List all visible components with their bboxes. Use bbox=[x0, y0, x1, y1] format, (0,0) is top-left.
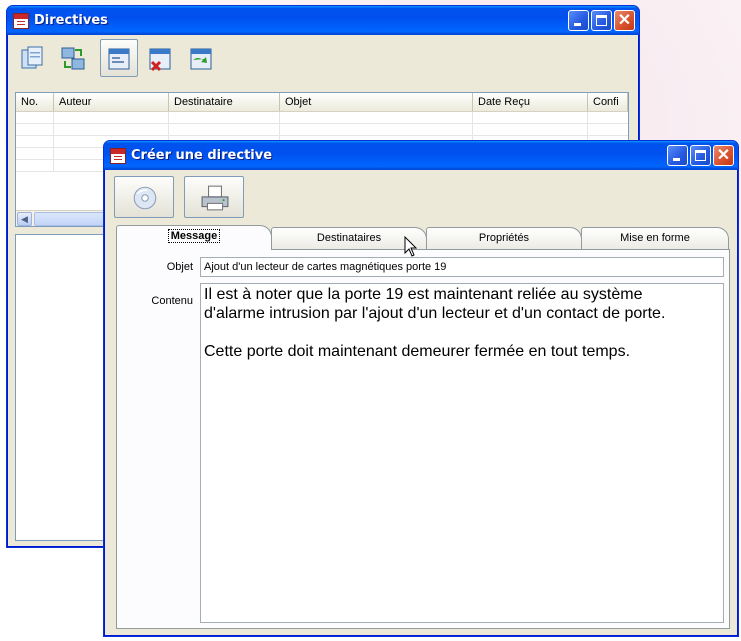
refresh-form-button[interactable] bbox=[182, 39, 220, 77]
column-header-destinataire[interactable]: Destinataire bbox=[169, 93, 280, 111]
directives-titlebar[interactable]: Directives ✕ bbox=[7, 6, 639, 35]
dialog-title: Créer une directive bbox=[131, 148, 273, 163]
transfer-icon bbox=[61, 47, 85, 70]
contenu-line: Cette porte doit maintenant demeurer fer… bbox=[204, 343, 631, 360]
print-button[interactable] bbox=[184, 176, 244, 218]
tab-strip: Message Destinataires Propriétés Mise en… bbox=[116, 225, 730, 251]
tab-destinataires-label: Destinataires bbox=[316, 232, 382, 244]
refresh-form-icon bbox=[190, 48, 212, 70]
column-header-objet[interactable]: Objet bbox=[280, 93, 473, 111]
close-icon: ✕ bbox=[716, 147, 731, 164]
contenu-line: d'alarme intrusion par l'ajout d'un lect… bbox=[204, 305, 666, 322]
scrollbar-thumb[interactable] bbox=[34, 212, 114, 226]
new-directive-button[interactable] bbox=[12, 39, 50, 77]
app-icon bbox=[13, 12, 29, 29]
objet-field[interactable]: Ajout d'un lecteur de cartes magnétiques… bbox=[200, 257, 724, 277]
minimize-icon bbox=[673, 158, 680, 161]
close-icon: ✕ bbox=[617, 12, 632, 29]
contenu-line bbox=[204, 323, 720, 342]
tab-proprietes[interactable]: Propriétés bbox=[426, 227, 582, 249]
contenu-textarea[interactable]: Il est à noter que la porte 19 est maint… bbox=[200, 283, 724, 623]
create-directive-dialog: Créer une directive ✕ Message Destinatai… bbox=[103, 140, 739, 637]
delete-form-button[interactable] bbox=[141, 39, 179, 77]
mouse-cursor-icon bbox=[404, 236, 418, 257]
new-document-icon bbox=[21, 46, 43, 69]
maximize-button[interactable] bbox=[591, 10, 612, 31]
objet-value: Ajout d'un lecteur de cartes magnétiques… bbox=[204, 261, 447, 273]
tab-mise-en-forme-label: Mise en forme bbox=[620, 232, 690, 244]
column-header-date[interactable]: Date Reçu bbox=[473, 93, 588, 111]
chevron-left-icon: ◀ bbox=[21, 214, 28, 224]
form-icon bbox=[108, 48, 130, 70]
contenu-label: Contenu bbox=[151, 295, 193, 307]
window-title: Directives bbox=[34, 13, 108, 28]
transfer-button[interactable] bbox=[53, 39, 91, 77]
minimize-icon bbox=[574, 23, 581, 26]
column-header-no[interactable]: No. bbox=[16, 93, 54, 111]
tab-message[interactable]: Message bbox=[116, 225, 272, 250]
close-button[interactable]: ✕ bbox=[713, 145, 734, 166]
maximize-icon bbox=[695, 150, 706, 161]
column-header-confi[interactable]: Confi bbox=[588, 93, 628, 111]
directives-toolbar bbox=[7, 35, 639, 81]
table-header: No. Auteur Destinataire Objet Date Reçu … bbox=[16, 93, 628, 112]
maximize-icon bbox=[596, 15, 607, 26]
dialog-titlebar[interactable]: Créer une directive ✕ bbox=[104, 141, 738, 170]
objet-label: Objet bbox=[166, 261, 193, 273]
close-button[interactable]: ✕ bbox=[614, 10, 635, 31]
minimize-button[interactable] bbox=[568, 10, 589, 31]
print-icon bbox=[201, 185, 229, 211]
form-button[interactable] bbox=[100, 39, 138, 77]
scroll-left-button[interactable]: ◀ bbox=[17, 212, 32, 226]
send-button[interactable] bbox=[114, 176, 174, 218]
tab-message-label: Message bbox=[167, 229, 221, 243]
column-header-auteur[interactable]: Auteur bbox=[54, 93, 169, 111]
maximize-button[interactable] bbox=[690, 145, 711, 166]
minimize-button[interactable] bbox=[667, 145, 688, 166]
tab-proprietes-label: Propriétés bbox=[478, 232, 530, 244]
contenu-line: Il est à noter que la porte 19 est maint… bbox=[204, 286, 643, 303]
tab-mise-en-forme[interactable]: Mise en forme bbox=[581, 227, 729, 249]
message-tab-panel: Objet Ajout d'un lecteur de cartes magné… bbox=[116, 249, 730, 629]
dialog-toolbar bbox=[104, 170, 738, 224]
table-row[interactable] bbox=[16, 124, 628, 136]
table-row[interactable] bbox=[16, 112, 628, 124]
send-disc-icon bbox=[133, 186, 157, 210]
delete-form-icon bbox=[149, 48, 171, 72]
app-icon bbox=[110, 147, 126, 164]
